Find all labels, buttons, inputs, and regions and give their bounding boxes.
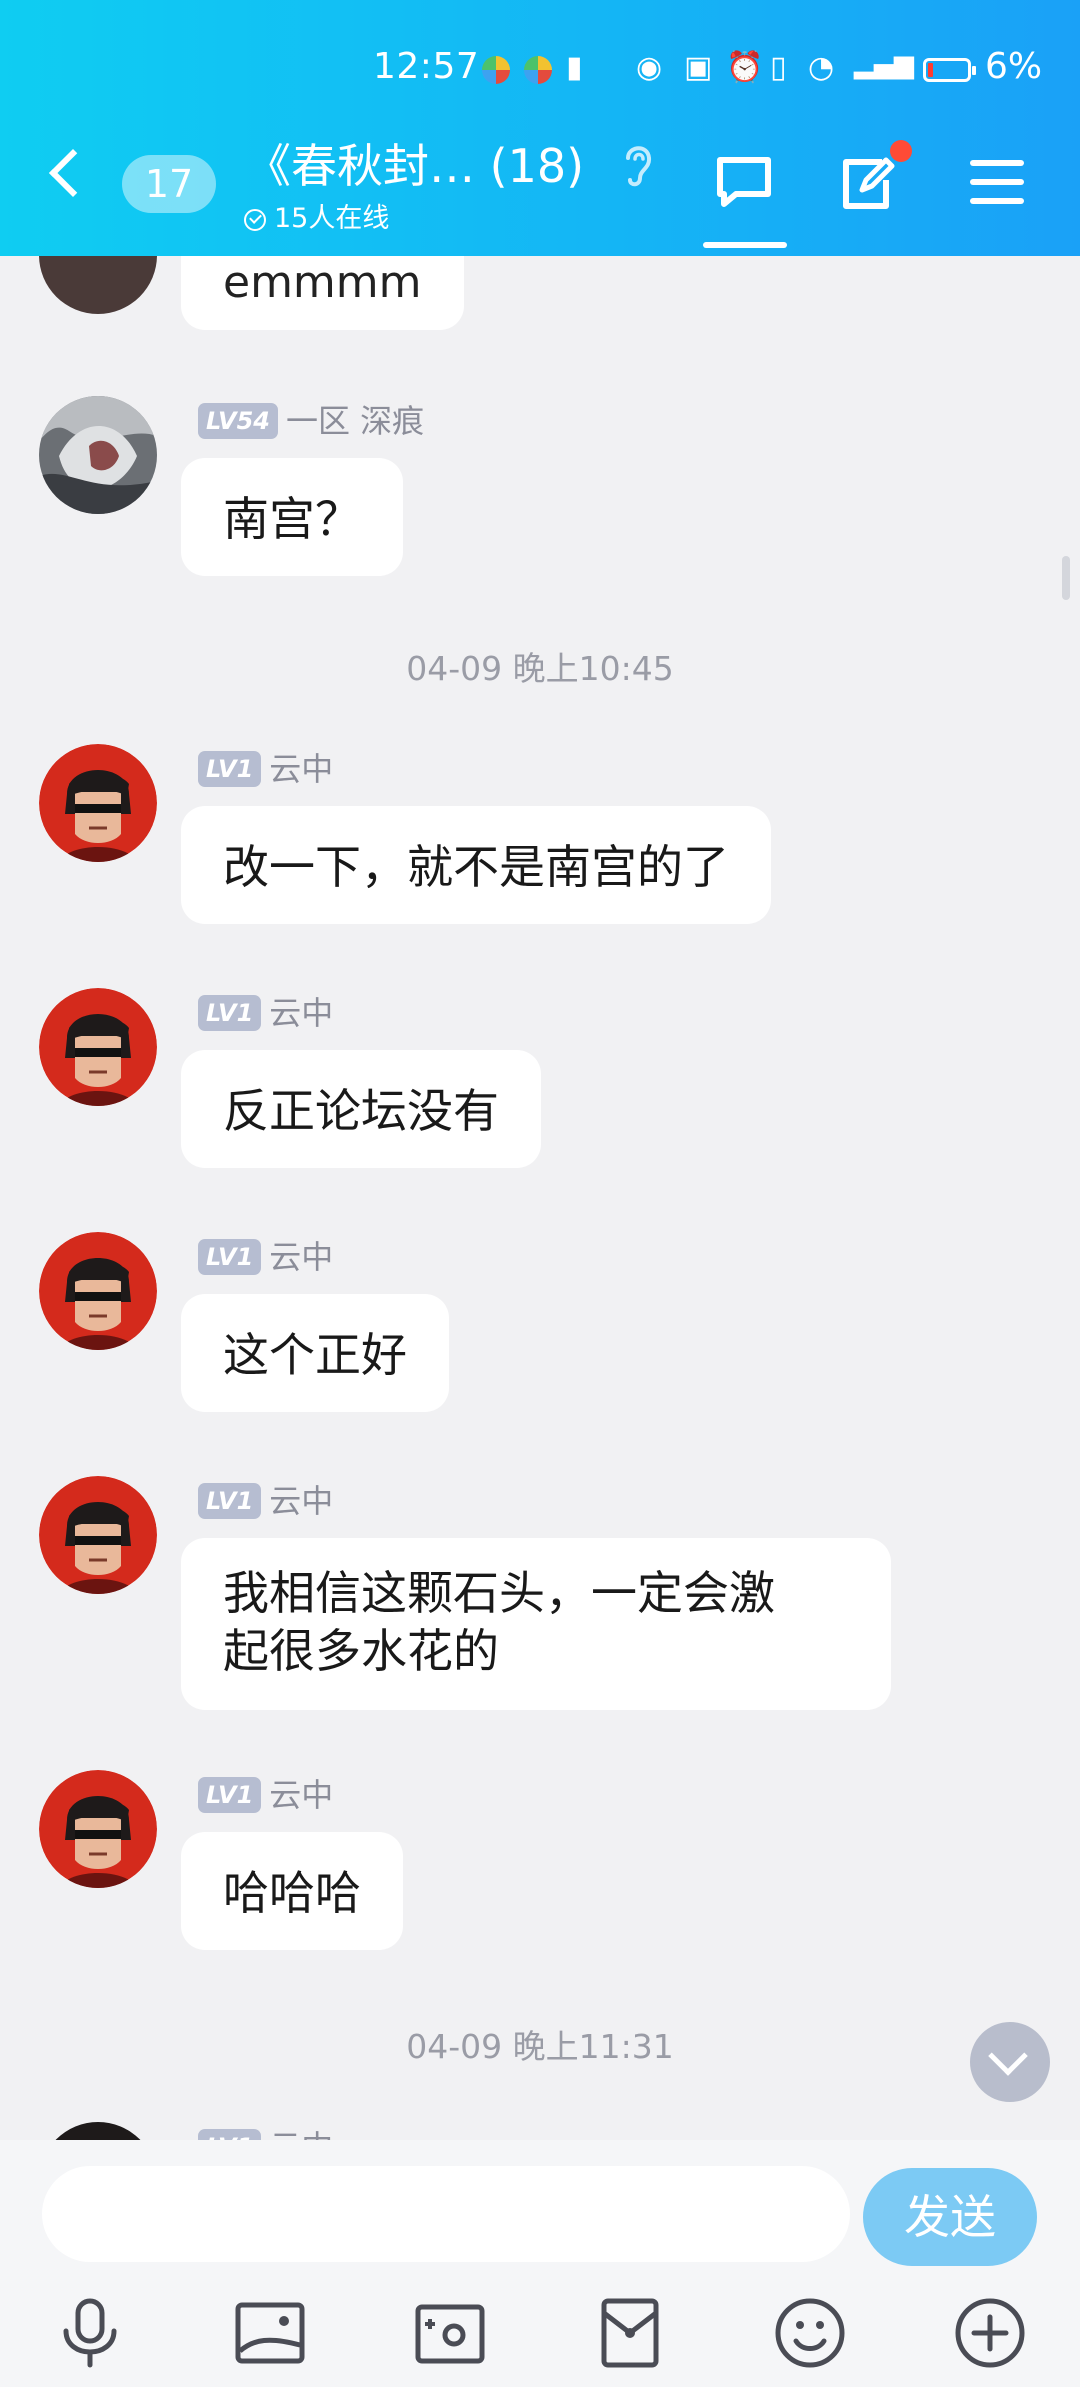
sender-info: LV1云中 xyxy=(198,1476,333,1520)
sender-name[interactable]: 云中 xyxy=(269,994,333,1032)
message-text-line: 起很多水花的 xyxy=(223,1624,499,1678)
level-badge: LV1 xyxy=(198,1239,262,1275)
eye-icon: ◉ xyxy=(636,50,663,85)
level-badge: LV1 xyxy=(198,1777,262,1813)
sender-name[interactable]: 云中 xyxy=(269,1776,333,1814)
message-bubble[interactable]: 反正论坛没有 xyxy=(181,1050,541,1168)
active-tab-indicator xyxy=(703,242,787,248)
avatar[interactable] xyxy=(39,396,157,514)
sender-info: LV1云中 xyxy=(198,1770,333,1814)
sender-info: LV1云中 xyxy=(198,988,333,1032)
alarm-icon: ⏰ xyxy=(726,50,764,85)
chat-header: 12:57 ▮ ◉ ▣ ⏰ ▯ ◔ ▂▄▆ 6% 17 《春秋封… (18) 1… xyxy=(0,0,1080,256)
online-count-text: 15人在线 xyxy=(274,203,390,234)
signal-icon: ▂▄▆ xyxy=(854,50,914,80)
battery-icon xyxy=(923,58,976,82)
sender-name[interactable]: 云中 xyxy=(269,2128,333,2140)
message-bubble[interactable]: 南宫？ xyxy=(181,458,403,576)
sender-name[interactable]: 一区 深痕 xyxy=(286,402,424,440)
plus-icon[interactable] xyxy=(952,2295,1028,2371)
nfc-icon: ▣ xyxy=(684,50,713,85)
emoji-icon[interactable] xyxy=(772,2295,848,2371)
level-badge: LV54 xyxy=(198,403,278,439)
edit-note-icon[interactable] xyxy=(836,150,900,214)
level-badge: LV1 xyxy=(198,751,262,787)
menu-icon[interactable] xyxy=(966,150,1030,214)
unread-count-badge[interactable]: 17 xyxy=(122,155,216,213)
sender-name[interactable]: 云中 xyxy=(269,1482,333,1520)
message-bubble[interactable]: emmmm xyxy=(181,256,464,330)
message-bubble[interactable]: 我相信这颗石头，一定会激 起很多水花的 xyxy=(181,1538,891,1710)
sender-info: LV1云中 xyxy=(198,1232,333,1276)
time-divider: 04-09 晚上10:45 xyxy=(406,649,674,688)
sender-info: LV1 云中 xyxy=(198,2122,333,2140)
sender-info: LV54 一区 深痕 xyxy=(198,396,424,440)
message-bubble[interactable]: 哈哈哈 xyxy=(181,1832,403,1950)
message-bubble[interactable]: 这个正好 xyxy=(181,1294,449,1412)
level-badge: LV1 xyxy=(198,2129,262,2140)
status-time: 12:57 xyxy=(373,46,480,87)
notification-dot xyxy=(890,140,912,162)
message-list[interactable]: emmmm LV54 一区 深痕 南宫？ 04-09 晚上10:45 LV1 云… xyxy=(0,256,1080,2140)
online-status: 15人在线 xyxy=(244,196,389,235)
scrollbar[interactable] xyxy=(1062,556,1070,600)
message-input[interactable] xyxy=(42,2166,850,2262)
check-circle-icon xyxy=(244,209,266,231)
avatar[interactable] xyxy=(39,2122,157,2140)
send-button[interactable]: 发送 xyxy=(863,2168,1037,2266)
composer: 发送 xyxy=(0,2140,1080,2387)
message-bubble[interactable]: 改一下，就不是南宫的了 xyxy=(181,806,771,924)
time-divider: 04-09 晚上11:31 xyxy=(406,2027,674,2066)
level-badge: LV1 xyxy=(198,995,262,1031)
sender-info: LV1云中 xyxy=(198,744,333,788)
chat-tab-icon[interactable] xyxy=(712,150,776,214)
vibrate-icon: ▯ xyxy=(770,50,787,85)
camera-icon[interactable] xyxy=(412,2295,488,2371)
avatar[interactable] xyxy=(39,988,157,1106)
red-packet-icon[interactable] xyxy=(592,2295,668,2371)
avatar[interactable] xyxy=(39,256,157,314)
level-badge: LV1 xyxy=(198,1483,262,1519)
microphone-icon[interactable] xyxy=(52,2295,128,2371)
app-notification-icon xyxy=(482,56,510,84)
avatar[interactable] xyxy=(39,744,157,862)
app-notification-icon xyxy=(524,56,552,84)
status-bar: 12:57 ▮ ◉ ▣ ⏰ ▯ ◔ ▂▄▆ 6% xyxy=(0,46,1080,98)
battery-percent: 6% xyxy=(985,46,1043,87)
battery-alert-icon: ▮ xyxy=(566,50,583,85)
message-text-line: 我相信这颗石头，一定会激 xyxy=(223,1566,775,1620)
sender-name[interactable]: 云中 xyxy=(269,1238,333,1276)
group-title[interactable]: 《春秋封… (18) xyxy=(245,130,584,196)
sender-name[interactable]: 云中 xyxy=(269,750,333,788)
avatar[interactable] xyxy=(39,1232,157,1350)
scroll-to-bottom-button[interactable] xyxy=(970,2022,1050,2102)
avatar[interactable] xyxy=(39,1476,157,1594)
image-icon[interactable] xyxy=(232,2295,308,2371)
back-icon[interactable] xyxy=(48,148,98,198)
wifi-icon: ◔ xyxy=(808,50,835,85)
ear-mode-icon[interactable] xyxy=(618,140,658,190)
avatar[interactable] xyxy=(39,1770,157,1888)
